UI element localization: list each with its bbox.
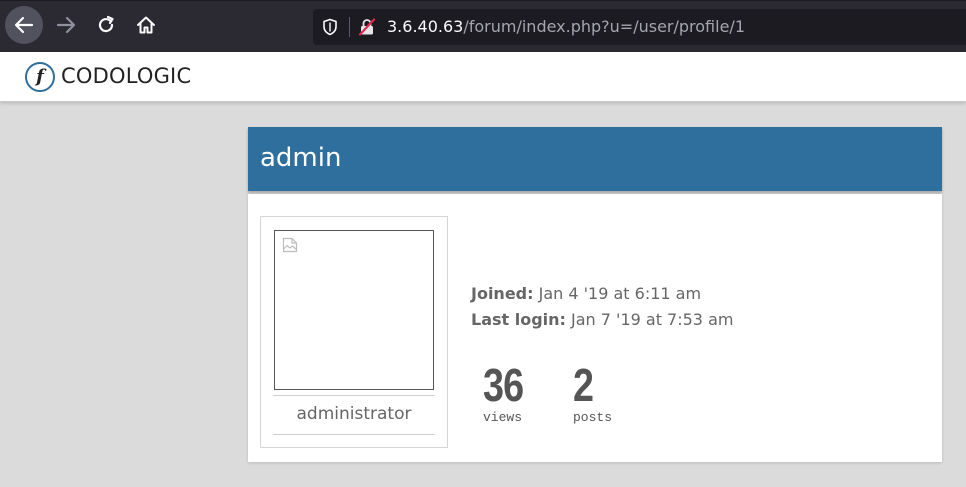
user-role: administrator <box>296 404 412 424</box>
back-arrow-icon <box>14 16 34 34</box>
reload-icon <box>98 15 114 33</box>
forward-button[interactable] <box>47 6 85 44</box>
logo-letter: f <box>36 66 44 87</box>
insecure-lock-icon[interactable] <box>358 18 376 41</box>
broken-image-icon <box>282 237 298 253</box>
site-logo-text[interactable]: CODOLOGIC <box>61 64 191 88</box>
last-login-label: Last login: <box>471 310 566 329</box>
role-divider-top <box>273 395 435 396</box>
joined-row: Joined: Jan 4 '19 at 6:11 am <box>471 284 701 303</box>
posts-stat: 2 posts <box>573 362 612 425</box>
profile-card: administrator Joined: Jan 4 '19 at 6:11 … <box>248 194 942 462</box>
avatar <box>274 230 434 390</box>
views-count: 36 <box>483 359 524 411</box>
shield-icon[interactable] <box>322 18 338 41</box>
forward-arrow-icon <box>56 16 76 34</box>
joined-value: Jan 4 '19 at 6:11 am <box>538 284 702 303</box>
posts-count: 2 <box>573 359 594 411</box>
last-login-value: Jan 7 '19 at 7:53 am <box>571 310 734 329</box>
avatar-panel: administrator <box>260 216 448 448</box>
views-stat: 36 views <box>483 362 532 425</box>
profile-title-bar: admin <box>248 127 942 191</box>
views-label: views <box>483 410 523 425</box>
browser-toolbar: 3.6.40.63/forum/index.php?u=/user/profil… <box>0 0 966 52</box>
reload-button[interactable] <box>87 6 125 44</box>
profile-username: admin <box>260 143 342 173</box>
site-header: f CODOLOGIC <box>0 52 966 102</box>
toolbar-divider <box>0 0 966 1</box>
address-bar[interactable]: 3.6.40.63/forum/index.php?u=/user/profil… <box>313 9 966 45</box>
back-button[interactable] <box>5 6 43 44</box>
url-host: 3.6.40.63 <box>387 17 464 36</box>
posts-label: posts <box>573 410 613 425</box>
last-login-row: Last login: Jan 7 '19 at 7:53 am <box>471 310 733 329</box>
home-button[interactable] <box>127 6 165 44</box>
role-divider-bottom <box>273 434 435 435</box>
address-bar-divider <box>349 17 350 37</box>
url-text[interactable]: 3.6.40.63/forum/index.php?u=/user/profil… <box>387 17 745 36</box>
site-logo-icon[interactable]: f <box>25 62 55 92</box>
home-icon <box>137 16 155 34</box>
url-path: /forum/index.php?u=/user/profile/1 <box>463 17 745 36</box>
joined-label: Joined: <box>471 284 534 303</box>
